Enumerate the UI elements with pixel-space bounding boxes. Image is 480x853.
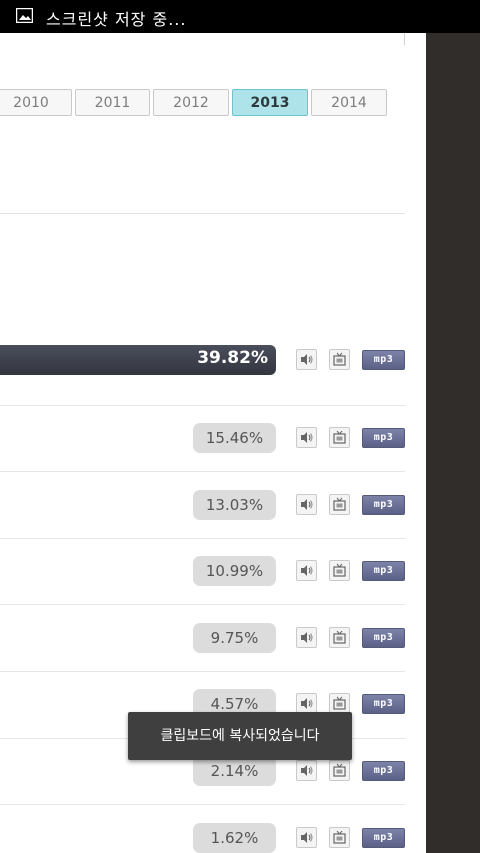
speaker-icon[interactable] (296, 693, 317, 714)
percent-pill: 2.14% (193, 756, 276, 786)
percent-pill: 10.99% (193, 556, 276, 586)
mp3-button[interactable]: mp3 (362, 561, 405, 581)
tab-2010[interactable]: 2010 (0, 89, 72, 116)
mp3-button[interactable]: mp3 (362, 350, 405, 370)
speaker-icon[interactable] (296, 427, 317, 448)
tv-icon[interactable] (329, 560, 350, 581)
tv-icon[interactable] (329, 627, 350, 648)
percent-bar: 39.82% (0, 345, 276, 375)
mp3-button[interactable]: mp3 (362, 495, 405, 515)
row-divider (0, 604, 405, 605)
image-icon (16, 8, 33, 23)
mp3-button[interactable]: mp3 (362, 694, 405, 714)
row-divider (0, 538, 405, 539)
speaker-icon[interactable] (296, 494, 317, 515)
tv-icon[interactable] (329, 427, 350, 448)
mp3-button[interactable]: mp3 (362, 828, 405, 848)
side-panel (426, 33, 480, 853)
speaker-icon[interactable] (296, 349, 317, 370)
tv-icon[interactable] (329, 494, 350, 515)
tv-icon[interactable] (329, 349, 350, 370)
tab-2012[interactable]: 2012 (153, 89, 229, 116)
row-divider (0, 671, 405, 672)
tv-icon[interactable] (329, 693, 350, 714)
toast-message: 클립보드에 복사되었습니다 (128, 712, 352, 760)
divider (0, 213, 405, 214)
tab-2014[interactable]: 2014 (311, 89, 387, 116)
mp3-button[interactable]: mp3 (362, 428, 405, 448)
speaker-icon[interactable] (296, 827, 317, 848)
speaker-icon[interactable] (296, 760, 317, 781)
percent-pill: 9.75% (193, 623, 276, 653)
tv-icon[interactable] (329, 827, 350, 848)
tab-2013[interactable]: 2013 (232, 89, 308, 116)
status-text: 스크린샷 저장 중... (46, 10, 187, 29)
percent-pill: 13.03% (193, 490, 276, 520)
percent-value: 39.82% (197, 348, 268, 368)
mp3-button[interactable]: mp3 (362, 628, 405, 648)
mp3-button[interactable]: mp3 (362, 761, 405, 781)
speaker-icon[interactable] (296, 560, 317, 581)
status-bar: 스크린샷 저장 중... (0, 0, 480, 33)
tv-icon[interactable] (329, 760, 350, 781)
tab-2011[interactable]: 2011 (75, 89, 150, 116)
percent-pill: 1.62% (193, 823, 276, 853)
row-divider (0, 804, 405, 805)
scroll-indicator (404, 33, 405, 45)
row-divider (0, 405, 405, 406)
speaker-icon[interactable] (296, 627, 317, 648)
percent-pill: 15.46% (193, 423, 276, 453)
row-divider (0, 471, 405, 472)
